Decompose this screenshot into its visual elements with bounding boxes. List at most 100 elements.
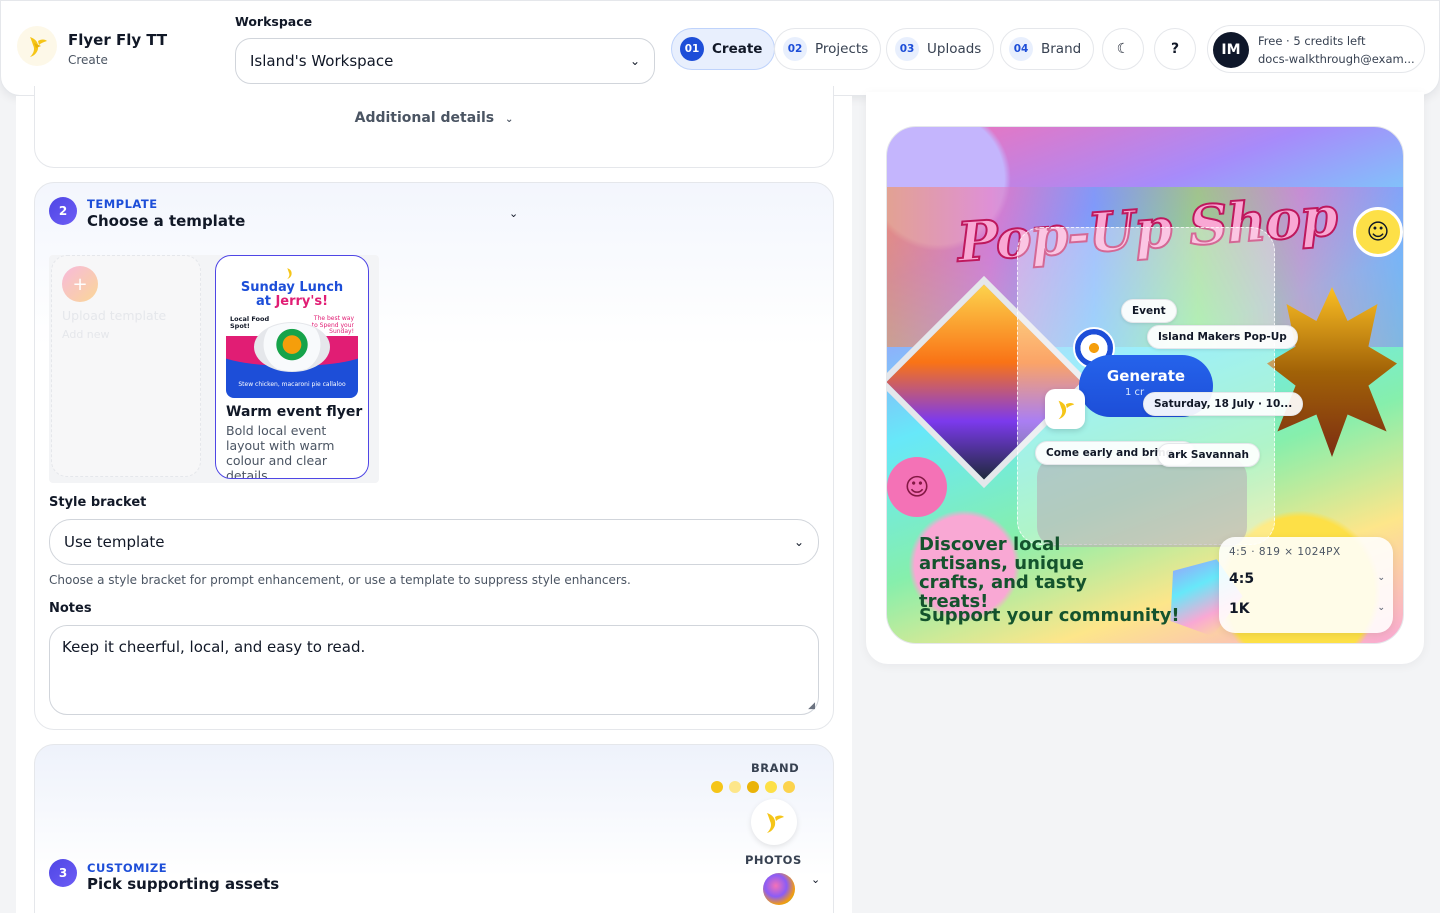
resize-handle-icon[interactable]: ◢ <box>808 701 815 711</box>
app-logo[interactable] <box>17 26 57 66</box>
bird-logo-icon <box>287 268 292 279</box>
preview-panel: Pop-Up Shop ☺ ☺ Event Island Makers Pop-… <box>866 92 1424 664</box>
style-bracket-label: Style bracket <box>49 495 147 510</box>
help-icon: ? <box>1170 41 1180 57</box>
template-thumbnail: Sunday Lunch at Jerry's! Local Food Spot… <box>226 264 358 398</box>
thumb-left-text: Local Food Spot! <box>230 315 270 331</box>
brand-color-swatch <box>783 781 795 793</box>
thumb-title-name: Jerry's! <box>275 294 329 309</box>
moon-icon: ☾ <box>1116 41 1130 57</box>
aspect-ratio-value: 4:5 <box>1229 571 1255 587</box>
thumb-caption: Stew chicken, macaroni pie callaloo <box>238 381 346 388</box>
bird-logo-icon <box>1058 400 1075 420</box>
style-bracket-value: Use template <box>64 533 165 551</box>
flyer-preview[interactable]: Pop-Up Shop ☺ ☺ Event Island Makers Pop-… <box>886 126 1404 644</box>
thumb-title-at: at <box>255 294 276 309</box>
step-title: Pick supporting assets <box>87 875 280 893</box>
nav-uploads[interactable]: 03 Uploads <box>886 28 995 70</box>
template-step-card: 2 TEMPLATE Choose a template ⌄ + Upload … <box>34 182 834 730</box>
upload-template-subtitle: Add new <box>62 328 110 341</box>
customize-step-card: 3 CUSTOMIZE Pick supporting assets BRAND… <box>34 744 834 913</box>
photos-label: PHOTOS <box>745 853 802 867</box>
chip-location[interactable]: ark Savannah <box>1157 443 1260 467</box>
brand-logo[interactable] <box>751 799 797 845</box>
thumb-title-line2: at Jerry's! <box>226 294 358 309</box>
account-menu[interactable]: IM Free · 5 credits left docs-walkthroug… <box>1207 25 1425 73</box>
nav-label: Brand <box>1041 41 1082 57</box>
details-card: Additional details ⌄ <box>34 86 834 168</box>
nav-label: Uploads <box>927 41 982 57</box>
notes-value: Keep it cheerful, local, and easy to rea… <box>62 638 366 656</box>
workspace-label: Workspace <box>235 14 313 29</box>
style-bracket-helper: Choose a style bracket for prompt enhanc… <box>49 573 631 587</box>
size-readout: 4:5 · 819 × 1024PX <box>1229 546 1341 558</box>
brand-color-swatch <box>765 781 777 793</box>
additional-details-label: Additional details <box>354 110 495 126</box>
style-bracket-select[interactable]: Use template ⌄ <box>49 519 819 565</box>
generate-cost: 1 cr <box>1125 387 1145 398</box>
plan-status: Free · 5 credits left <box>1258 34 1366 48</box>
step-kicker: CUSTOMIZE <box>87 861 168 875</box>
brand-color-swatch <box>747 781 759 793</box>
nav-create[interactable]: 01 Create <box>671 28 776 70</box>
photo-thumbnail[interactable] <box>763 873 795 905</box>
chevron-down-icon: ⌄ <box>504 114 514 125</box>
chevron-down-icon: ⌄ <box>793 535 804 549</box>
theme-toggle-button[interactable]: ☾ <box>1102 28 1144 70</box>
bird-logo-icon <box>767 813 784 833</box>
brand-logo-chip[interactable] <box>1045 389 1085 429</box>
generate-label: Generate <box>1106 367 1186 385</box>
upload-template-card[interactable]: + Upload template Add new <box>51 255 201 477</box>
smiley-icon: ☺ <box>887 457 947 517</box>
account-email: docs-walkthrough@exam... <box>1258 52 1415 66</box>
avatar: IM <box>1213 32 1249 68</box>
nav-projects[interactable]: 02 Projects <box>774 28 882 70</box>
chip-event-name[interactable]: Island Makers Pop-Up <box>1147 325 1298 349</box>
chevron-down-icon: ⌄ <box>1377 603 1385 613</box>
step-badge: 3 <box>49 859 77 887</box>
chevron-down-icon[interactable]: ⌄ <box>811 873 820 886</box>
nav-number: 03 <box>895 37 919 61</box>
food-plate-image <box>254 322 330 372</box>
aspect-ratio-select[interactable]: 4:5 ⌄ <box>1229 571 1385 587</box>
template-gallery[interactable]: + Upload template Add new Sunday Lunch a… <box>49 255 379 483</box>
brand-color-swatch <box>711 781 723 793</box>
blurred-content <box>1037 457 1247 547</box>
brand-color-swatch <box>729 781 741 793</box>
plus-icon: + <box>62 266 98 302</box>
thumb-title: Sunday Lunch <box>240 280 344 295</box>
template-card-warm-event[interactable]: Sunday Lunch at Jerry's! Local Food Spot… <box>215 255 369 479</box>
preview-copy-support: Support your community! <box>919 605 1180 626</box>
app-section: Create <box>68 53 108 67</box>
nav-label: Projects <box>815 41 869 57</box>
chevron-down-icon[interactable]: ⌄ <box>509 207 518 220</box>
nav-number: 02 <box>783 37 807 61</box>
template-name: Warm event flyer <box>226 404 363 420</box>
workspace-select[interactable]: Island's Workspace ⌄ <box>235 38 655 84</box>
step-badge: 2 <box>49 197 77 225</box>
nav-brand[interactable]: 04 Brand <box>1000 28 1095 70</box>
step-kicker: TEMPLATE <box>87 197 158 211</box>
chip-date[interactable]: Saturday, 18 July · 10... <box>1143 392 1304 416</box>
app-name: Flyer Fly TT <box>68 31 168 49</box>
chevron-down-icon: ⌄ <box>1377 573 1385 583</box>
nav-number: 04 <box>1009 37 1033 61</box>
nav-number: 01 <box>680 37 704 61</box>
resolution-select[interactable]: 1K ⌄ <box>1229 601 1385 617</box>
top-header: Flyer Fly TT Create Workspace Island's W… <box>0 0 1440 96</box>
resolution-value: 1K <box>1229 601 1250 617</box>
preview-copy: Discover local artisans, unique crafts, … <box>919 534 1087 612</box>
chevron-down-icon: ⌄ <box>629 54 640 68</box>
template-description: Bold local event layout with warm colour… <box>226 423 335 479</box>
notes-textarea[interactable]: Keep it cheerful, local, and easy to rea… <box>49 625 819 715</box>
output-settings-panel: 4:5 · 819 × 1024PX 4:5 ⌄ 1K ⌄ <box>1219 537 1393 633</box>
additional-details-toggle[interactable]: Additional details ⌄ <box>35 110 833 126</box>
help-button[interactable]: ? <box>1154 28 1196 70</box>
smiley-icon: ☺ <box>1353 207 1403 257</box>
brand-label: BRAND <box>751 761 800 775</box>
upload-template-title: Upload template <box>62 308 167 323</box>
chip-event[interactable]: Event <box>1121 299 1177 323</box>
create-form: Additional details ⌄ 2 TEMPLATE Choose a… <box>16 86 852 913</box>
nav-label: Create <box>712 41 763 57</box>
workspace-value: Island's Workspace <box>250 52 394 70</box>
